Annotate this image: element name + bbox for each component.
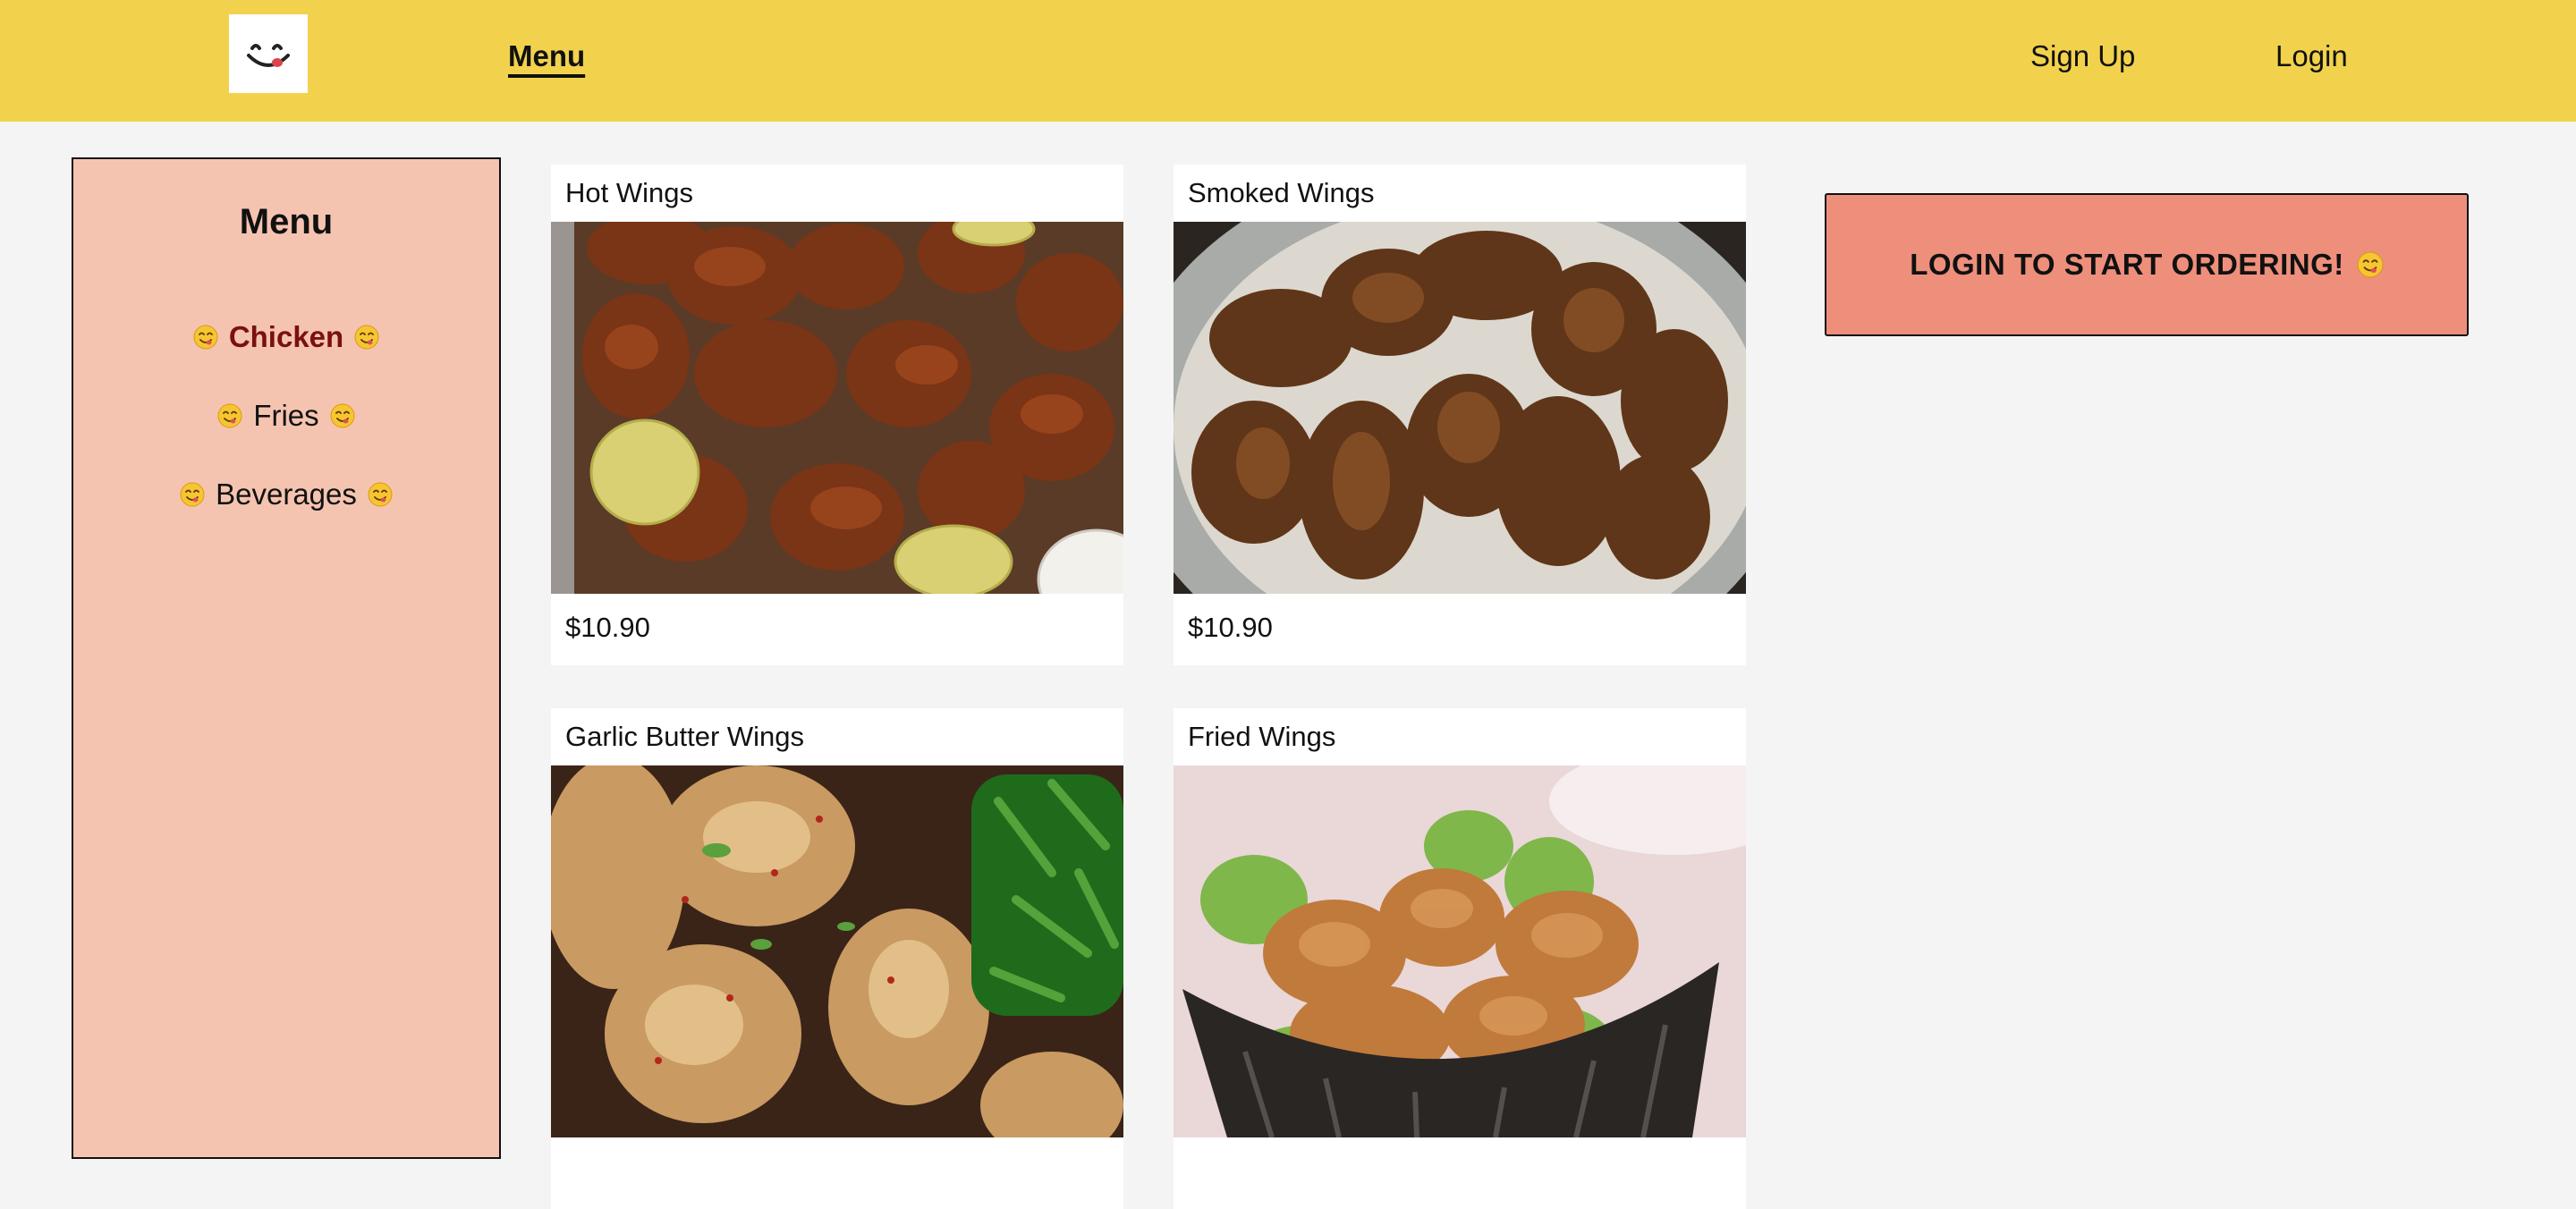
nav-login-link[interactable]: Login bbox=[2275, 39, 2348, 73]
login-to-order-label: LOGIN TO START ORDERING! bbox=[1910, 248, 2344, 281]
smoked-wings-photo bbox=[1174, 222, 1746, 594]
product-name: Fried Wings bbox=[1188, 721, 1336, 752]
hot-wings-photo bbox=[551, 222, 1123, 594]
yum-emoji-icon bbox=[2357, 251, 2384, 278]
garlic-butter-wings-photo bbox=[551, 765, 1123, 1137]
yum-emoji-icon bbox=[193, 325, 218, 350]
category-label: Fries bbox=[253, 399, 319, 432]
category-label: Beverages bbox=[216, 478, 357, 511]
top-navbar: Menu Sign Up Login bbox=[0, 0, 2576, 122]
category-label: Chicken bbox=[228, 320, 344, 353]
product-price: $10.90 bbox=[565, 612, 650, 643]
nav-menu-link[interactable]: Menu bbox=[508, 39, 585, 73]
product-name: Garlic Butter Wings bbox=[565, 721, 805, 752]
product-price: $10.90 bbox=[1188, 612, 1273, 643]
product-card-hot-wings[interactable]: Hot Wings $10.90 bbox=[551, 165, 1123, 665]
fried-wings-photo bbox=[1174, 765, 1746, 1137]
product-name: Smoked Wings bbox=[1188, 177, 1375, 208]
category-item-beverages[interactable]: Beverages bbox=[73, 478, 499, 512]
login-to-order-button[interactable]: LOGIN TO START ORDERING! bbox=[1825, 193, 2469, 336]
yum-emoji-icon bbox=[217, 403, 242, 428]
logo[interactable] bbox=[229, 14, 308, 93]
category-sidebar: Menu Chicken Fries Beverages bbox=[72, 157, 501, 1159]
yum-emoji-icon bbox=[330, 403, 355, 428]
smiling-face-logo-icon bbox=[247, 44, 290, 67]
category-item-fries[interactable]: Fries bbox=[73, 399, 499, 433]
sidebar-title: Menu bbox=[239, 202, 334, 241]
product-card-garlic-butter-wings[interactable]: Garlic Butter Wings bbox=[551, 708, 1123, 1209]
nav-signup-link[interactable]: Sign Up bbox=[2030, 39, 2135, 73]
yum-emoji-icon bbox=[368, 482, 393, 507]
product-card-smoked-wings[interactable]: Smoked Wings $10.90 bbox=[1174, 165, 1746, 665]
product-name: Hot Wings bbox=[565, 177, 693, 208]
yum-emoji-icon bbox=[180, 482, 205, 507]
category-item-chicken[interactable]: Chicken bbox=[73, 320, 499, 354]
yum-emoji-icon bbox=[354, 325, 379, 350]
product-card-fried-wings[interactable]: Fried Wings bbox=[1174, 708, 1746, 1209]
